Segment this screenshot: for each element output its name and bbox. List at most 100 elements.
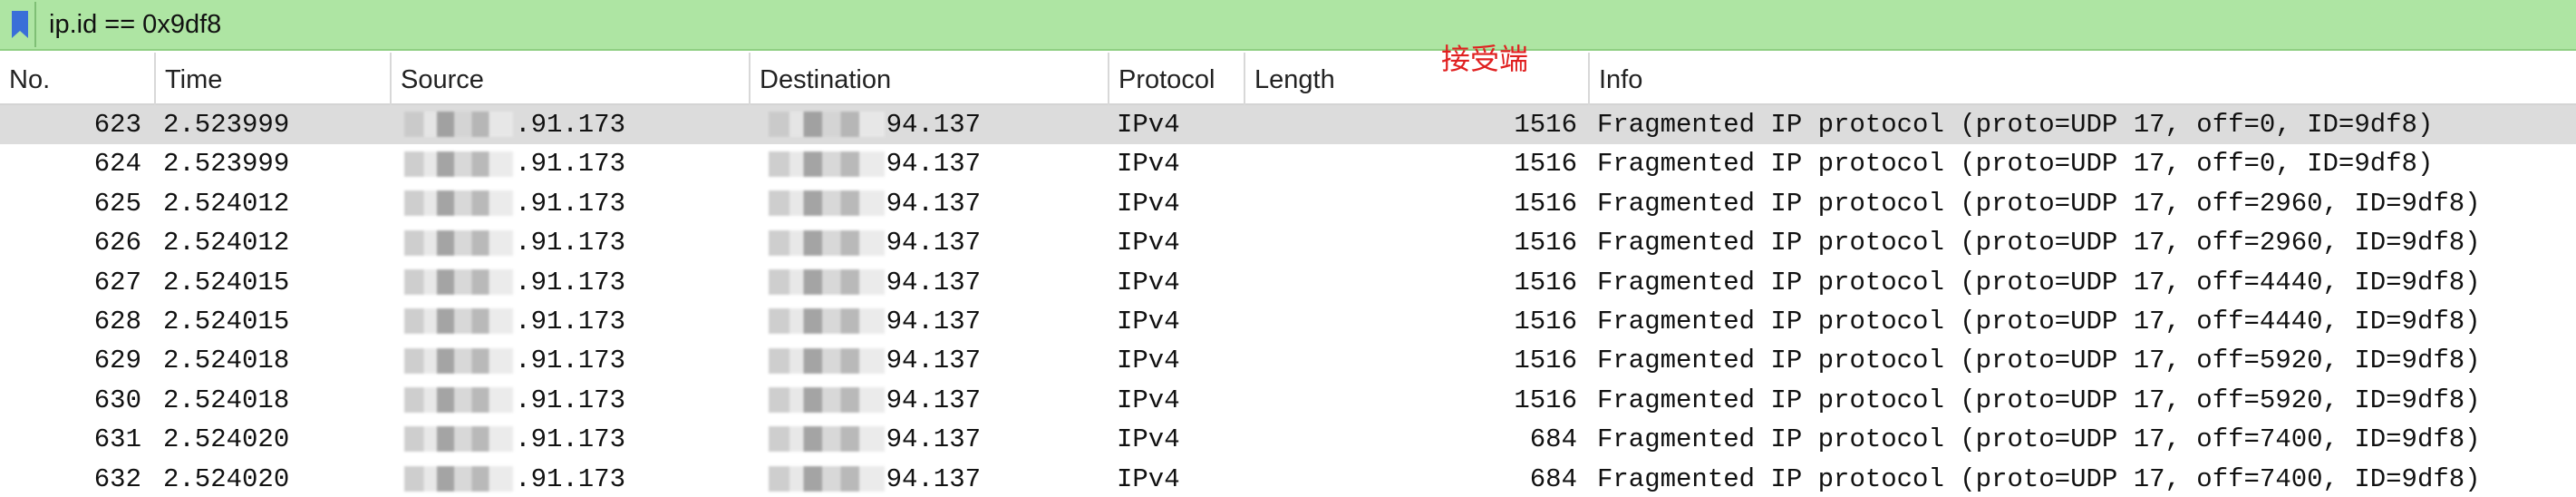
packet-info: Fragmented IP protocol (proto=UDP 17, of… [1597, 424, 2481, 455]
packet-time: 2.524015 [163, 306, 290, 336]
packet-destination-suffix: 94.137 [886, 385, 981, 415]
packet-destination-suffix: 94.137 [886, 149, 981, 180]
packet-source-suffix: .91.173 [515, 228, 625, 258]
packet-info: Fragmented IP protocol (proto=UDP 17, of… [1597, 346, 2481, 376]
column-header-info[interactable]: Info [1588, 53, 2576, 105]
packet-info: Fragmented IP protocol (proto=UDP 17, of… [1597, 306, 2481, 336]
packet-no: 629 [93, 346, 141, 376]
redacted-address [768, 190, 885, 217]
packet-protocol: IPv4 [1117, 149, 1180, 180]
packet-source: .91.173 [399, 381, 625, 420]
packet-protocol: IPv4 [1117, 463, 1180, 494]
packet-destination: 94.137 [758, 302, 981, 341]
column-header-source[interactable]: Source [390, 53, 749, 105]
packet-info: Fragmented IP protocol (proto=UDP 17, of… [1597, 188, 2481, 219]
packet-source-suffix: .91.173 [515, 463, 625, 494]
packet-destination-suffix: 94.137 [886, 110, 981, 140]
filter-bookmark-button[interactable] [5, 2, 36, 47]
packet-no: 623 [93, 110, 141, 140]
packet-info: Fragmented IP protocol (proto=UDP 17, of… [1597, 228, 2481, 258]
redacted-address [768, 387, 885, 414]
packet-length: 1516 [1514, 188, 1577, 219]
packet-row[interactable]: 632 2.524020 .91.173 94.137 IPv4 684 Fragmente… [0, 460, 2576, 497]
packet-destination: 94.137 [758, 144, 981, 183]
packet-info: Fragmented IP protocol (proto=UDP 17, of… [1597, 110, 2434, 140]
packet-protocol: IPv4 [1117, 267, 1180, 297]
packet-row[interactable]: 631 2.524020 .91.173 94.137 IPv4 684 Fragmente… [0, 420, 2576, 459]
packet-list: 623 2.523999 .91.173 94.137 IPv4 1516 Fragment… [0, 105, 2576, 497]
packet-row[interactable]: 629 2.524018 .91.173 94.137 IPv4 1516 Fragment… [0, 341, 2576, 380]
packet-no: 624 [93, 149, 141, 180]
packet-no: 628 [93, 306, 141, 336]
redacted-address [768, 465, 885, 492]
packet-length: 1516 [1514, 306, 1577, 336]
packet-row[interactable]: 623 2.523999 .91.173 94.137 IPv4 1516 Fragment… [0, 105, 2576, 145]
packet-source: .91.173 [399, 105, 625, 144]
packet-time: 2.524015 [163, 267, 290, 297]
packet-protocol: IPv4 [1117, 228, 1180, 258]
packet-no: 632 [93, 463, 141, 494]
redacted-address [768, 229, 885, 256]
packet-row[interactable]: 626 2.524012 .91.173 94.137 IPv4 1516 Fragment… [0, 223, 2576, 262]
redacted-address [768, 112, 885, 138]
redacted-address [404, 151, 514, 177]
redacted-address [404, 347, 514, 374]
packet-length: 1516 [1514, 228, 1577, 258]
packet-destination: 94.137 [758, 105, 981, 144]
redacted-address [404, 112, 514, 138]
packet-destination-suffix: 94.137 [886, 424, 981, 455]
packet-no: 631 [93, 424, 141, 455]
redacted-address [404, 190, 514, 217]
column-header-destination[interactable]: Destination [749, 53, 1108, 105]
packet-destination-suffix: 94.137 [886, 463, 981, 494]
packet-source-suffix: .91.173 [515, 306, 625, 336]
redacted-address [768, 268, 885, 295]
packet-destination: 94.137 [758, 223, 981, 262]
packet-source: .91.173 [399, 223, 625, 262]
packet-row[interactable]: 624 2.523999 .91.173 94.137 IPv4 1516 Fragment… [0, 144, 2576, 183]
packet-length: 1516 [1514, 110, 1577, 140]
packet-time: 2.524020 [163, 424, 290, 455]
packet-row[interactable]: 627 2.524015 .91.173 94.137 IPv4 1516 Fragment… [0, 263, 2576, 302]
packet-source: .91.173 [399, 144, 625, 183]
redacted-address [768, 347, 885, 374]
packet-destination: 94.137 [758, 460, 981, 497]
receiver-annotation: 接受端 [1441, 42, 1529, 76]
packet-length: 1516 [1514, 267, 1577, 297]
packet-time: 2.523999 [163, 149, 290, 180]
display-filter-bar [0, 0, 2576, 51]
packet-row[interactable]: 625 2.524012 .91.173 94.137 IPv4 1516 Fragment… [0, 184, 2576, 223]
redacted-address [768, 308, 885, 335]
redacted-address [404, 387, 514, 414]
packet-protocol: IPv4 [1117, 346, 1180, 376]
packet-time: 2.524012 [163, 188, 290, 219]
packet-time: 2.524018 [163, 385, 290, 415]
redacted-address [404, 426, 514, 453]
packet-length: 1516 [1514, 149, 1577, 180]
column-header-length[interactable]: Length [1244, 53, 1588, 105]
packet-row[interactable]: 630 2.524018 .91.173 94.137 IPv4 1516 Fragment… [0, 381, 2576, 420]
packet-no: 630 [93, 385, 141, 415]
redacted-address [404, 268, 514, 295]
column-header-no[interactable]: No. [0, 53, 154, 105]
packet-no: 626 [93, 228, 141, 258]
packet-no: 627 [93, 267, 141, 297]
packet-source-suffix: .91.173 [515, 110, 625, 140]
column-header-time[interactable]: Time [154, 53, 390, 105]
packet-row[interactable]: 628 2.524015 .91.173 94.137 IPv4 1516 Fragment… [0, 302, 2576, 341]
packet-source-suffix: .91.173 [515, 149, 625, 180]
packet-destination: 94.137 [758, 381, 981, 420]
packet-source: .91.173 [399, 460, 625, 497]
packet-length: 684 [1529, 424, 1577, 455]
packet-protocol: IPv4 [1117, 188, 1180, 219]
packet-destination: 94.137 [758, 263, 981, 302]
display-filter-input[interactable] [45, 2, 2576, 47]
packet-time: 2.524020 [163, 463, 290, 494]
packet-destination-suffix: 94.137 [886, 346, 981, 376]
packet-destination: 94.137 [758, 420, 981, 459]
column-header-protocol[interactable]: Protocol [1108, 53, 1244, 105]
packet-info: Fragmented IP protocol (proto=UDP 17, of… [1597, 385, 2481, 415]
packet-source: .91.173 [399, 341, 625, 380]
packet-length: 1516 [1514, 385, 1577, 415]
packet-source-suffix: .91.173 [515, 267, 625, 297]
